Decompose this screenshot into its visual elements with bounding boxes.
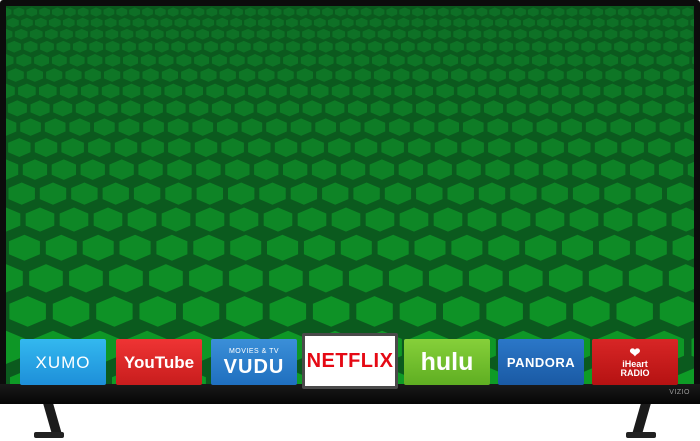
app-label-iheart-line2: RADIO — [620, 368, 650, 378]
app-label-vudu: VUDU — [223, 355, 285, 378]
app-sublabel-vudu: MOVIES & TV — [228, 347, 280, 355]
app-tile-vudu[interactable]: MOVIES & TV VUDU — [211, 339, 297, 385]
hexagon-wallpaper — [6, 6, 694, 384]
app-tile-pandora[interactable]: PANDORA — [498, 339, 584, 385]
app-label-netflix: NETFLIX — [306, 350, 394, 372]
app-bar: XUMO YouTube MOVIES & TV VUDU NETFLIX hu… — [20, 333, 678, 389]
app-label-xumo: XUMO — [35, 352, 91, 372]
app-tile-iheart-radio[interactable]: ❤ iHeart RADIO — [592, 339, 678, 385]
tv-screen — [6, 6, 694, 384]
app-tile-hulu[interactable]: hulu — [404, 339, 490, 385]
tv-stand-foot-left — [34, 432, 64, 438]
tv-stand-foot-right — [626, 432, 656, 438]
app-label-pandora: PANDORA — [506, 354, 576, 370]
app-tile-xumo[interactable]: XUMO — [20, 339, 106, 385]
brand-logo: VIZIO — [669, 389, 690, 396]
app-tile-youtube[interactable]: YouTube — [116, 339, 202, 385]
iheart-logo-icon: ❤ — [629, 345, 641, 360]
app-label-youtube: YouTube — [123, 352, 195, 372]
tv-frame: VIZIO XUMO YouTube MOVIES & TV VUDU NETF… — [0, 0, 700, 404]
app-tile-netflix[interactable]: NETFLIX — [302, 333, 398, 389]
app-label-hulu: hulu — [420, 347, 474, 376]
